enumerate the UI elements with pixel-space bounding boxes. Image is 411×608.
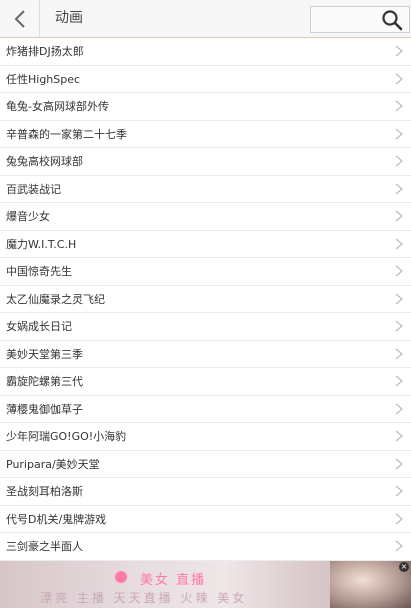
list-item-label: Puripara/美妙天堂 bbox=[6, 457, 100, 471]
list-item-label: 龟兔-女高网球部外传 bbox=[6, 100, 109, 114]
chevron-right-icon bbox=[395, 403, 403, 415]
chevron-right-icon bbox=[395, 128, 403, 140]
chevron-right-icon bbox=[395, 375, 403, 387]
chevron-right-icon bbox=[395, 183, 403, 195]
list-item[interactable]: 薄樱鬼御伽草子 bbox=[0, 396, 411, 423]
top-bar: 动画 bbox=[0, 0, 411, 38]
chevron-right-icon bbox=[395, 320, 403, 332]
list-item-label: 圣战刻耳柏洛斯 bbox=[6, 485, 83, 499]
list-item-label: 薄樱鬼御伽草子 bbox=[6, 402, 83, 416]
anime-list: 炸猪排DJ扬太郎 任性HighSpec 龟兔-女高网球部外传 辛普森的一家第二十… bbox=[0, 38, 411, 561]
chevron-right-icon bbox=[395, 265, 403, 277]
list-item-label: 太乙仙魔录之灵飞纪 bbox=[6, 292, 105, 306]
list-item-label: 任性HighSpec bbox=[6, 72, 81, 86]
chevron-right-icon bbox=[395, 238, 403, 250]
chevron-right-icon bbox=[395, 485, 403, 497]
list-item[interactable]: 代号D机关/鬼牌游戏 bbox=[0, 506, 411, 533]
list-item-label: 魔力W.I.T.C.H bbox=[6, 237, 77, 251]
ad-banner[interactable]: 美女 直播 漂亮 主播 天天直播 火辣 美女 × bbox=[0, 561, 411, 608]
chevron-right-icon bbox=[395, 293, 403, 305]
list-item[interactable]: 魔力W.I.T.C.H bbox=[0, 231, 411, 258]
search-icon[interactable] bbox=[381, 9, 403, 31]
list-item[interactable]: Puripara/美妙天堂 bbox=[0, 451, 411, 478]
chevron-right-icon bbox=[395, 430, 403, 442]
list-item[interactable]: 百武装战记 bbox=[0, 176, 411, 203]
list-item-label: 中国惊奇先生 bbox=[6, 265, 72, 279]
search-input[interactable] bbox=[310, 6, 410, 33]
list-item[interactable]: 爆音少女 bbox=[0, 203, 411, 231]
chevron-left-icon bbox=[14, 9, 25, 28]
chevron-right-icon bbox=[395, 155, 403, 167]
chevron-right-icon bbox=[395, 513, 403, 525]
list-item[interactable]: 霸旋陀螺第三代 bbox=[0, 368, 411, 396]
ad-subline: 漂亮 主播 天天直播 火辣 美女 bbox=[40, 591, 248, 605]
list-item[interactable]: 中国惊奇先生 bbox=[0, 258, 411, 286]
chevron-right-icon bbox=[395, 100, 403, 112]
list-item[interactable]: 少年阿瑞GO!GO!小海豹 bbox=[0, 423, 411, 451]
list-item-label: 炸猪排DJ扬太郎 bbox=[6, 45, 84, 59]
chevron-right-icon bbox=[395, 458, 403, 470]
chevron-right-icon bbox=[395, 210, 403, 222]
list-item[interactable]: 太乙仙魔录之灵飞纪 bbox=[0, 286, 411, 313]
list-item[interactable]: 辛普森的一家第二十七季 bbox=[0, 121, 411, 148]
list-item[interactable]: 女娲成长日记 bbox=[0, 313, 411, 341]
list-item[interactable]: 炸猪排DJ扬太郎 bbox=[0, 38, 411, 66]
back-button[interactable] bbox=[0, 0, 40, 37]
list-item-label: 三剑豪之半面人 bbox=[6, 540, 83, 554]
list-item-label: 辛普森的一家第二十七季 bbox=[6, 127, 127, 141]
ad-close-button[interactable]: × bbox=[399, 562, 409, 572]
list-item-label: 兔兔高校网球部 bbox=[6, 155, 83, 169]
list-item[interactable]: 三剑豪之半面人 bbox=[0, 533, 411, 561]
ad-badge-icon bbox=[115, 571, 127, 583]
chevron-right-icon bbox=[395, 73, 403, 85]
list-item-label: 百武装战记 bbox=[6, 182, 61, 196]
list-item[interactable]: 龟兔-女高网球部外传 bbox=[0, 93, 411, 121]
chevron-right-icon bbox=[395, 45, 403, 57]
page-title: 动画 bbox=[55, 10, 83, 26]
chevron-right-icon bbox=[395, 348, 403, 360]
list-item[interactable]: 任性HighSpec bbox=[0, 66, 411, 93]
list-item[interactable]: 兔兔高校网球部 bbox=[0, 148, 411, 176]
list-item-label: 霸旋陀螺第三代 bbox=[6, 375, 83, 389]
list-item-label: 爆音少女 bbox=[6, 210, 50, 224]
list-item-label: 美妙天堂第三季 bbox=[6, 347, 83, 361]
list-item-label: 少年阿瑞GO!GO!小海豹 bbox=[6, 430, 127, 444]
chevron-right-icon bbox=[395, 540, 403, 552]
list-item-label: 女娲成长日记 bbox=[6, 320, 72, 334]
ad-headline: 美女 直播 bbox=[140, 573, 207, 588]
list-item[interactable]: 圣战刻耳柏洛斯 bbox=[0, 478, 411, 506]
list-item[interactable]: 美妙天堂第三季 bbox=[0, 341, 411, 368]
list-item-label: 代号D机关/鬼牌游戏 bbox=[6, 512, 107, 526]
